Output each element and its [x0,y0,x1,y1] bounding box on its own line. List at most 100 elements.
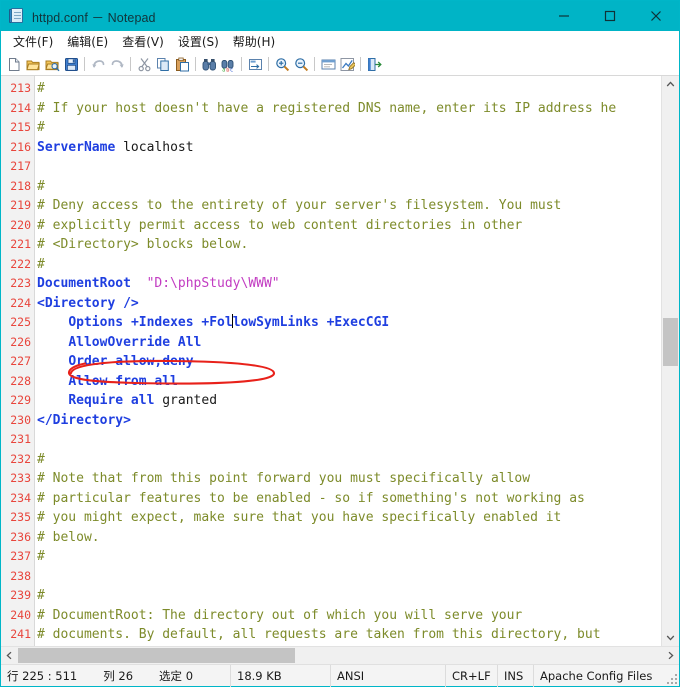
close-button[interactable] [633,1,679,31]
svg-text:a: a [222,67,225,72]
code-line[interactable]: # you might expect, make sure that you h… [35,508,661,528]
code-line[interactable]: # Note that from this point forward you … [35,469,661,489]
vertical-scrollbar[interactable] [661,76,679,646]
vertical-scroll-track[interactable] [662,93,679,629]
code-text-area[interactable]: # # If your host doesn't have a registere… [35,76,661,646]
line-number: 228 [10,373,31,388]
code-line[interactable]: # [35,450,661,470]
code-line[interactable]: # documents. By default, all requests ar… [35,625,661,645]
code-line[interactable]: </Directory> [35,411,661,431]
undo-icon[interactable] [89,55,107,73]
redo-icon[interactable] [108,55,126,73]
code-line[interactable]: Require all granted [35,391,661,411]
code-line[interactable]: # explicitly permit access to web conten… [35,216,661,236]
code-line[interactable]: # If your host doesn't have a registered… [35,99,661,119]
exit-icon[interactable] [365,55,383,73]
status-eol[interactable]: CR+LF [446,664,498,687]
code-token: ServerName [37,139,116,155]
code-line[interactable]: ServerName localhost [35,138,661,158]
browse-file-icon[interactable] [43,55,61,73]
code-line[interactable]: Allow from all [35,372,661,392]
code-token: granted [162,393,218,408]
status-line-value: 225 : 511 [22,668,78,683]
horizontal-scroll-thumb[interactable] [18,648,295,663]
status-lexer[interactable]: Apache Config Files [534,665,679,687]
open-folder-icon[interactable] [24,55,42,73]
code-token: # DocumentRoot: The directory out of whi… [37,607,523,623]
menu-file[interactable]: 文件(F) [6,31,60,53]
code-line[interactable]: # [35,118,661,138]
code-line[interactable]: <Directory /> [35,294,661,314]
code-line[interactable]: # [35,177,661,197]
status-encoding[interactable]: ANSI [331,664,446,687]
zoom-out-icon[interactable] [292,55,310,73]
word-wrap-icon[interactable] [246,55,264,73]
status-line-label: 行 [7,668,19,683]
code-token: # explicitly permit access to web conten… [37,217,523,233]
code-line[interactable]: # particular features to be enabled - so… [35,489,661,509]
code-token: # below. [37,529,100,545]
maximize-button[interactable] [587,1,633,31]
code-token: Allow from all [68,373,178,389]
code-token: localhost [115,139,194,155]
code-line[interactable] [35,567,661,587]
copy-icon[interactable] [154,55,172,73]
replace-icon[interactable]: a b c [219,55,237,73]
code-line[interactable]: # DocumentRoot: The directory out of whi… [35,606,661,626]
line-number: 220 [10,217,31,232]
line-number: 231 [10,432,31,446]
code-line[interactable]: # [35,79,661,99]
code-line[interactable]: AllowOverride All [35,333,661,353]
horizontal-scroll-track[interactable] [18,647,662,664]
status-bar: 行 225 : 511 列 26 选定 0 18.9 KB ANSI CR+LF… [1,664,679,687]
line-number: 217 [10,159,31,173]
code-token: # [37,120,45,135]
cut-icon[interactable] [135,55,153,73]
line-number-gutter: 213 214 215 216 217 218 219 220 221 222 223 224 225 2… [1,76,35,646]
menu-view[interactable]: 查看(V) [115,31,171,53]
code-line[interactable]: # <Directory> blocks below. [35,235,661,255]
notepad-icon [9,8,25,24]
edit-scheme-icon[interactable] [338,55,356,73]
toolbar-separator [130,57,131,71]
code-line[interactable]: Options +Indexes +FollowSymLinks +ExecCG… [35,313,661,333]
zoom-in-icon[interactable] [273,55,291,73]
menu-settings[interactable]: 设置(S) [171,31,226,53]
code-token: Options [68,315,124,330]
code-line[interactable]: # [35,586,661,606]
status-sel-label: 选定 [159,668,183,683]
status-sel-value: 0 [185,668,194,683]
code-line[interactable]: Order allow,deny [35,352,661,372]
horizontal-scrollbar[interactable] [1,646,679,664]
svg-text:c: c [230,67,233,72]
save-icon[interactable] [62,55,80,73]
code-line[interactable]: DocumentRoot "D:\phpStudy\WWW" [35,274,661,294]
code-token: AllowOverride All [68,334,202,350]
line-number: 222 [10,256,31,271]
find-icon[interactable] [200,55,218,73]
menu-edit[interactable]: 编辑(E) [60,31,115,53]
minimize-button[interactable] [541,1,587,31]
code-token: lowSymLinks +ExecCGI [232,315,390,330]
resize-grip[interactable] [667,674,677,684]
code-line[interactable] [35,430,661,450]
code-token: Require all [68,393,163,408]
scheme-icon[interactable] [319,55,337,73]
scroll-up-arrow[interactable] [662,76,679,93]
vertical-scroll-thumb[interactable] [663,318,678,367]
code-line[interactable]: # [35,547,661,567]
scroll-right-arrow[interactable] [662,647,679,664]
code-line[interactable]: # Deny access to the entirety of your se… [35,196,661,216]
new-file-icon[interactable] [5,55,23,73]
status-insert-mode[interactable]: INS [498,664,534,687]
code-line[interactable]: # [35,255,661,275]
menu-help[interactable]: 帮助(H) [226,31,282,53]
code-line[interactable]: # below. [35,528,661,548]
line-number: 230 [10,412,31,427]
code-line[interactable] [35,157,661,177]
scroll-left-arrow[interactable] [1,647,18,664]
scroll-down-arrow[interactable] [662,629,679,646]
paste-icon[interactable] [173,55,191,73]
